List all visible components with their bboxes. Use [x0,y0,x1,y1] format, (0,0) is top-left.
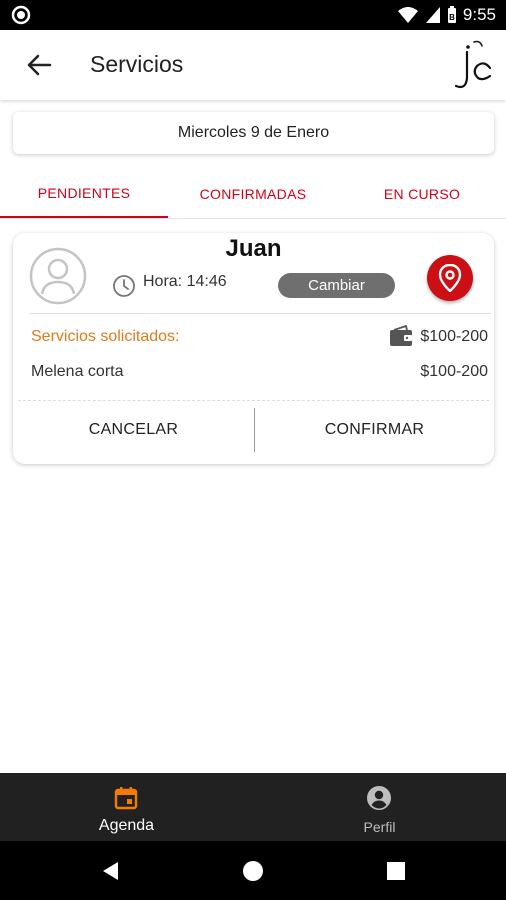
brand-logo [454,40,492,89]
calendar-icon [114,787,138,810]
date-selector[interactable]: Miercoles 9 de Enero [13,112,494,154]
app-bar: Servicios [0,30,506,100]
system-recents-icon[interactable] [385,860,407,882]
nav-label-agenda: Agenda [98,817,155,834]
nav-item-agenda[interactable]: Agenda [0,773,253,841]
battery-icon: B [447,6,456,23]
system-home-icon[interactable] [242,860,264,882]
client-name: Juan [225,235,282,262]
status-time: 9:55 [462,5,496,24]
page-title: Servicios [90,51,184,77]
tab-en-curso[interactable]: EN CURSO [338,170,506,217]
nav-item-perfil[interactable]: Perfil [253,773,506,841]
service-item-price: $100-200 [420,363,488,380]
clock-icon [113,275,135,297]
status-icons: B 9:55 [397,4,496,26]
system-back-icon[interactable] [100,860,122,882]
bottom-navigation: Agenda Perfil [0,773,506,841]
notification-circle-icon [11,5,31,25]
dashed-divider [18,400,489,401]
signal-icon [425,7,440,23]
services-requested-label: Servicios solicitados: [31,328,180,345]
tab-bar: PENDIENTES CONFIRMADAS EN CURSO [0,170,506,219]
divider [30,313,491,314]
account-circle-icon [367,786,391,810]
svg-text:B: B [449,13,455,22]
wifi-icon [397,7,418,23]
tab-confirmadas[interactable]: CONFIRMADAS [169,170,337,217]
tab-pendientes[interactable]: PENDIENTES [0,170,168,218]
nav-label-perfil: Perfil [363,819,396,835]
services-price-range: $100-200 [420,328,488,345]
location-pin-icon [438,264,462,292]
back-arrow-icon[interactable] [24,51,54,79]
service-item-name: Melena corta [31,363,124,380]
wallet-icon [390,325,412,346]
appointment-card: Juan Hora: 14:46 Cambiar Servicios solic… [13,233,494,464]
system-navigation-bar [0,841,506,900]
change-time-button[interactable]: Cambiar [278,273,395,298]
location-button[interactable] [427,255,473,301]
appointment-time: Hora: 14:46 [143,273,227,290]
confirm-button[interactable]: CONFIRMAR [255,405,494,455]
cancel-button[interactable]: CANCELAR [13,405,254,455]
status-bar: B 9:55 [0,0,506,30]
